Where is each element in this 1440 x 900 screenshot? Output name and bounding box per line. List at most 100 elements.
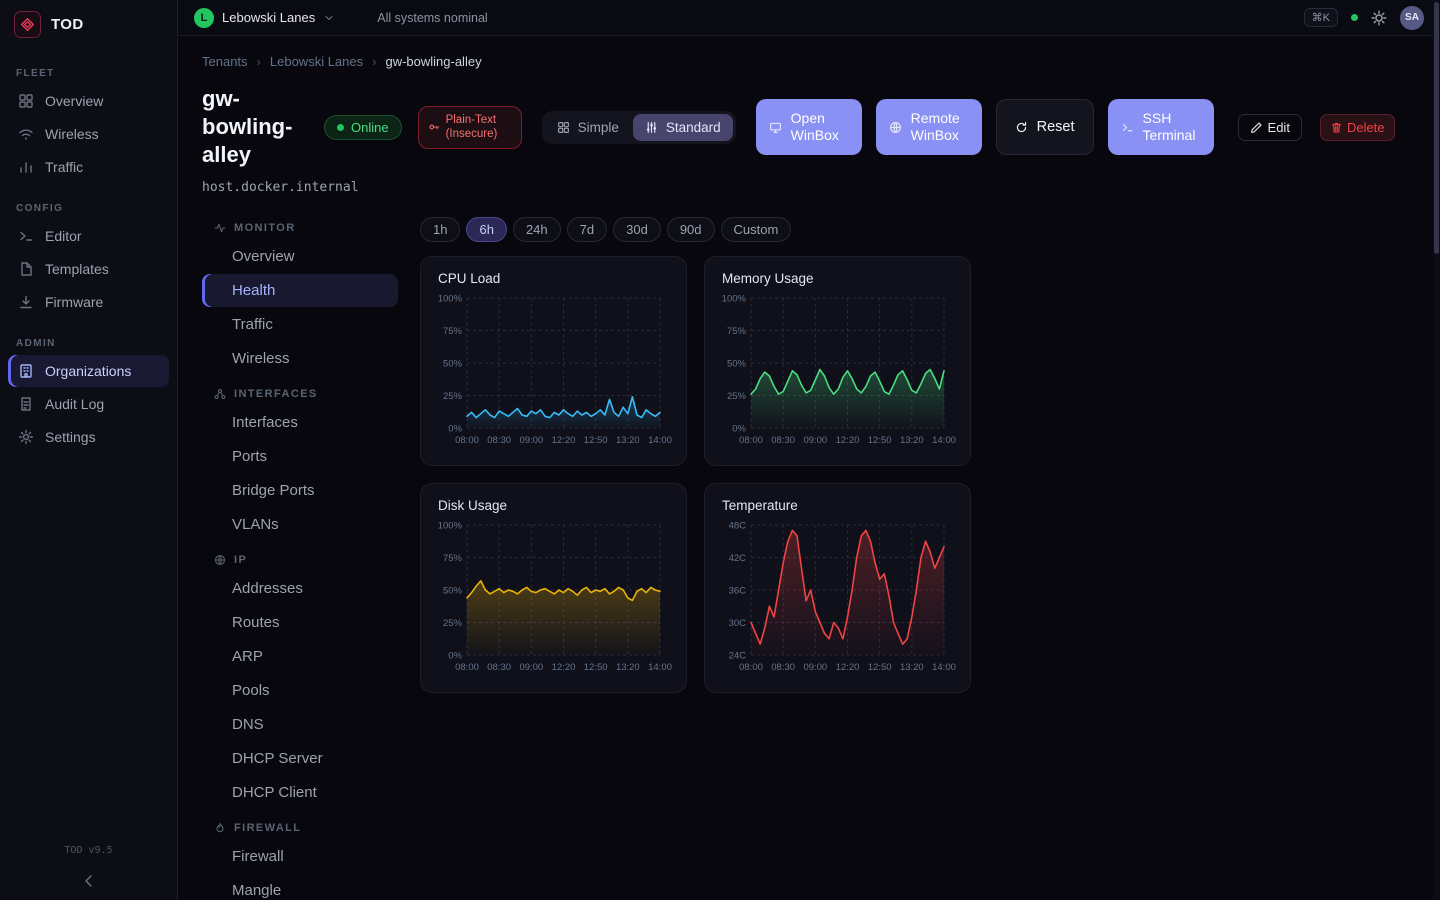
range-pill-7d[interactable]: 7d: [567, 217, 607, 242]
range-pill-90d[interactable]: 90d: [667, 217, 715, 242]
sidebar-collapse-button[interactable]: [0, 862, 177, 900]
sidebar-item-label: Organizations: [45, 363, 131, 379]
flame-icon: [214, 822, 226, 834]
edit-button[interactable]: Edit: [1238, 114, 1302, 141]
subnav-item-firewall[interactable]: Firewall: [202, 840, 398, 873]
online-dot-icon: [337, 124, 344, 131]
svg-text:100%: 100%: [438, 294, 463, 305]
svg-text:08:00: 08:00: [455, 662, 479, 673]
sidebar-item-firmware[interactable]: Firmware: [8, 286, 169, 318]
sidebar-item-templates[interactable]: Templates: [8, 253, 169, 285]
range-pill-6h[interactable]: 6h: [466, 217, 506, 242]
open-winbox-button[interactable]: Open WinBox: [756, 99, 862, 155]
sidebar-item-audit-log[interactable]: Audit Log: [8, 388, 169, 420]
range-pill-24h[interactable]: 24h: [513, 217, 561, 242]
svg-text:0%: 0%: [448, 424, 462, 435]
tenant-switcher[interactable]: L Lebowski Lanes: [194, 8, 335, 28]
view-mode-simple[interactable]: Simple: [545, 114, 631, 141]
download-icon: [18, 294, 34, 310]
svg-text:13:20: 13:20: [900, 662, 924, 673]
device-subnav: MONITOROverviewHealthTrafficWirelessINTE…: [202, 209, 398, 900]
svg-text:100%: 100%: [438, 521, 463, 532]
svg-text:75%: 75%: [443, 553, 463, 564]
chart-title: Memory Usage: [722, 271, 957, 286]
app-brand: TOD: [0, 0, 177, 48]
chart-title: CPU Load: [438, 271, 673, 286]
subnav-item-dhcp-client[interactable]: DHCP Client: [202, 776, 398, 809]
subnav-item-health[interactable]: Health: [202, 274, 398, 307]
subnav-item-traffic[interactable]: Traffic: [202, 308, 398, 341]
subnav-item-mangle[interactable]: Mangle: [202, 874, 398, 900]
online-badge-label: Online: [351, 120, 389, 135]
remote-winbox-button[interactable]: Remote WinBox: [876, 99, 982, 155]
view-mode-standard[interactable]: Standard: [633, 114, 733, 141]
breadcrumb-item-tenants[interactable]: Tenants: [202, 54, 248, 69]
svg-text:30C: 30C: [729, 618, 747, 629]
device-small-actions: Edit Delete: [1238, 114, 1395, 141]
trash-icon: [1330, 121, 1343, 134]
subnav-item-wireless[interactable]: Wireless: [202, 342, 398, 375]
svg-text:08:00: 08:00: [455, 435, 479, 446]
command-palette-shortcut[interactable]: ⌘K: [1304, 8, 1338, 27]
subnav-item-addresses[interactable]: Addresses: [202, 572, 398, 605]
svg-text:08:30: 08:30: [771, 435, 795, 446]
page-scrollbar[interactable]: [1433, 0, 1440, 900]
user-avatar[interactable]: SA: [1400, 6, 1424, 30]
subnav-item-ports[interactable]: Ports: [202, 440, 398, 473]
view-mode-label: Simple: [578, 120, 619, 135]
chart-title: Temperature: [722, 498, 957, 513]
online-badge: Online: [324, 115, 402, 140]
tenant-name: Lebowski Lanes: [222, 10, 315, 25]
subnav-item-interfaces[interactable]: Interfaces: [202, 406, 398, 439]
subnav-section-label: INTERFACES: [234, 388, 318, 400]
sidebar-item-wireless[interactable]: Wireless: [8, 118, 169, 150]
sidebar-item-editor[interactable]: Editor: [8, 220, 169, 252]
activity-icon: [214, 222, 226, 234]
cpu-load-chart: 100%75%50%25%0%08:0008:3009:0012:2012:50…: [434, 290, 674, 450]
subnav-item-bridge-ports[interactable]: Bridge Ports: [202, 474, 398, 507]
subnav-item-dhcp-server[interactable]: DHCP Server: [202, 742, 398, 775]
sidebar-item-label: Editor: [45, 228, 82, 244]
network-icon: [214, 388, 226, 400]
sun-icon[interactable]: [1371, 10, 1387, 26]
subnav-item-overview[interactable]: Overview: [202, 240, 398, 273]
subnav-item-dns[interactable]: DNS: [202, 708, 398, 741]
range-pill-1h[interactable]: 1h: [420, 217, 460, 242]
sidebar-item-overview[interactable]: Overview: [8, 85, 169, 117]
key-icon: [428, 121, 440, 133]
content: Tenants›Lebowski Lanes›gw-bowling-alley …: [178, 36, 1440, 900]
reset-button[interactable]: Reset: [996, 99, 1094, 155]
svg-text:25%: 25%: [443, 391, 463, 402]
terminal-icon: [18, 228, 34, 244]
subnav-item-pools[interactable]: Pools: [202, 674, 398, 707]
sidebar-item-organizations[interactable]: Organizations: [8, 355, 169, 387]
sidebar-item-label: Settings: [45, 429, 96, 445]
sidebar-item-traffic[interactable]: Traffic: [8, 151, 169, 183]
svg-text:14:00: 14:00: [932, 662, 956, 673]
svg-text:08:00: 08:00: [739, 435, 763, 446]
svg-text:12:20: 12:20: [552, 435, 576, 446]
delete-button[interactable]: Delete: [1320, 114, 1395, 141]
svg-text:14:00: 14:00: [648, 662, 672, 673]
cpu-load-card: CPU Load100%75%50%25%0%08:0008:3009:0012…: [420, 256, 687, 466]
scrollbar-thumb[interactable]: [1434, 2, 1439, 254]
subnav-item-arp[interactable]: ARP: [202, 640, 398, 673]
range-pill-custom[interactable]: Custom: [721, 217, 792, 242]
ssh-terminal-button[interactable]: SSH Terminal: [1108, 99, 1214, 155]
svg-text:12:50: 12:50: [584, 435, 608, 446]
sidebar-item-label: Wireless: [45, 126, 99, 142]
action-button-label: SSH Terminal: [1143, 110, 1201, 145]
svg-text:25%: 25%: [727, 391, 747, 402]
range-pill-30d[interactable]: 30d: [613, 217, 661, 242]
device-name: gw-bowling-alley: [202, 85, 304, 169]
breadcrumb-item-lebowski-lanes[interactable]: Lebowski Lanes: [270, 54, 363, 69]
sidebar-item-settings[interactable]: Settings: [8, 421, 169, 453]
subnav-item-vlans[interactable]: VLANs: [202, 508, 398, 541]
sidebar-section-label: ADMIN: [16, 338, 161, 349]
subnav-section-firewall: FIREWALL: [202, 813, 398, 839]
memory-usage-card: Memory Usage100%75%50%25%0%08:0008:3009:…: [704, 256, 971, 466]
subnav-item-routes[interactable]: Routes: [202, 606, 398, 639]
insecure-badge: Plain-Text (Insecure): [418, 106, 522, 149]
app-version: TOD v9.5: [0, 837, 177, 862]
system-status-text: All systems nominal: [377, 11, 487, 25]
